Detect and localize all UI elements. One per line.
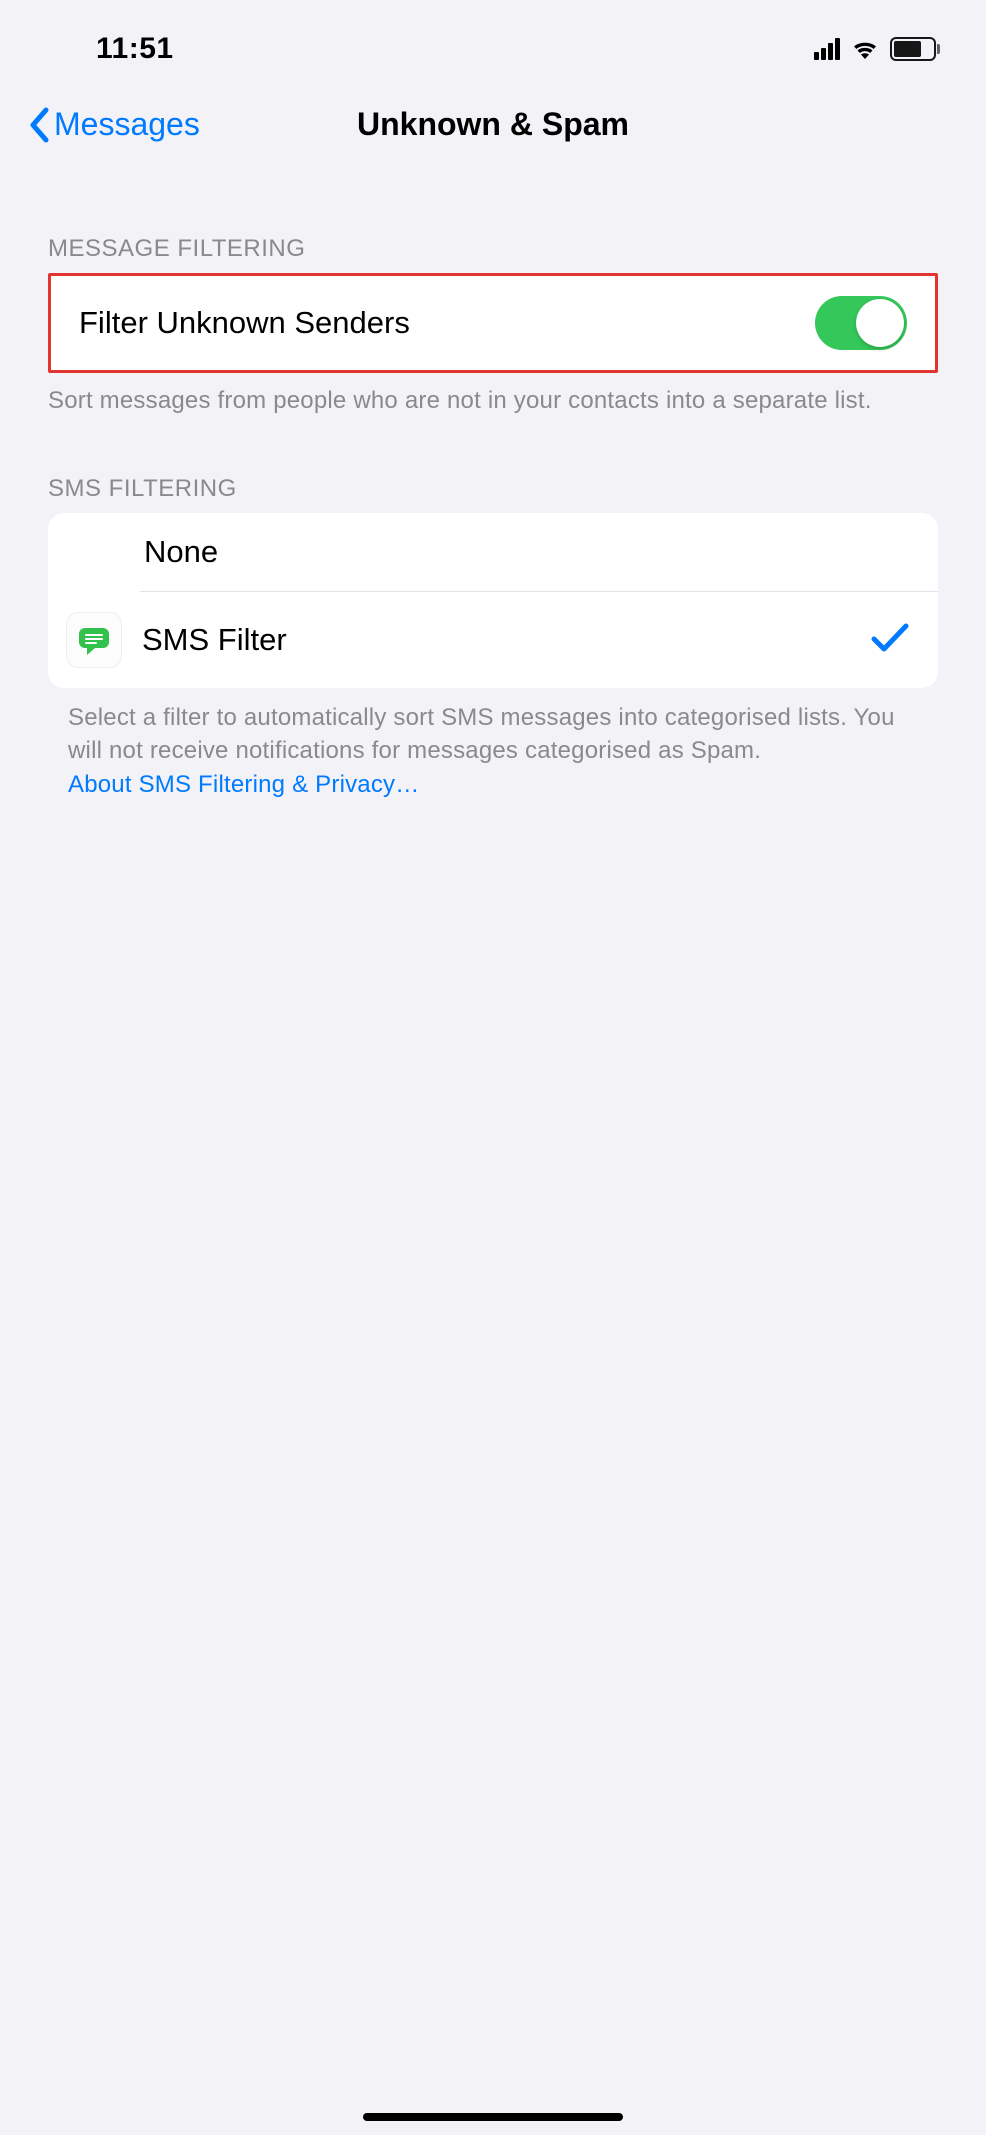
chevron-left-icon: [28, 107, 50, 143]
about-sms-filtering-link[interactable]: About SMS Filtering & Privacy…: [68, 769, 926, 801]
back-button[interactable]: Messages: [28, 106, 200, 143]
toggle-filter-unknown-senders[interactable]: [815, 296, 907, 350]
row-filter-unknown-senders[interactable]: Filter Unknown Senders: [51, 276, 935, 370]
section-footer-sms-filtering: Select a filter to automatically sort SM…: [0, 688, 986, 801]
nav-bar: Messages Unknown & Spam: [0, 84, 986, 167]
row-sms-filter-none[interactable]: None: [48, 513, 938, 591]
footer-text: Select a filter to automatically sort SM…: [68, 704, 895, 763]
back-label: Messages: [54, 106, 200, 143]
list-group-message-filtering: Filter Unknown Senders: [48, 273, 938, 373]
list-group-sms-filtering: None SMS Filter: [48, 513, 938, 688]
cellular-icon: [814, 38, 840, 60]
row-label: SMS Filter: [142, 622, 850, 658]
checkmark-icon: [870, 621, 910, 660]
row-sms-filter-app[interactable]: SMS Filter: [48, 592, 938, 688]
row-label: Filter Unknown Senders: [79, 305, 815, 341]
home-indicator: [363, 2113, 623, 2121]
section-header-message-filtering: MESSAGE FILTERING: [0, 167, 986, 273]
page-title: Unknown & Spam: [357, 106, 629, 143]
status-time: 11:51: [96, 32, 174, 66]
battery-icon: [890, 37, 940, 61]
toggle-knob: [856, 299, 904, 347]
wifi-icon: [850, 38, 880, 60]
section-footer-message-filtering: Sort messages from people who are not in…: [0, 373, 986, 417]
status-bar: 11:51: [0, 0, 986, 84]
status-icons: [814, 37, 940, 61]
row-label: None: [76, 534, 910, 570]
sms-filter-app-icon: [66, 612, 122, 668]
section-header-sms-filtering: SMS FILTERING: [0, 417, 986, 513]
